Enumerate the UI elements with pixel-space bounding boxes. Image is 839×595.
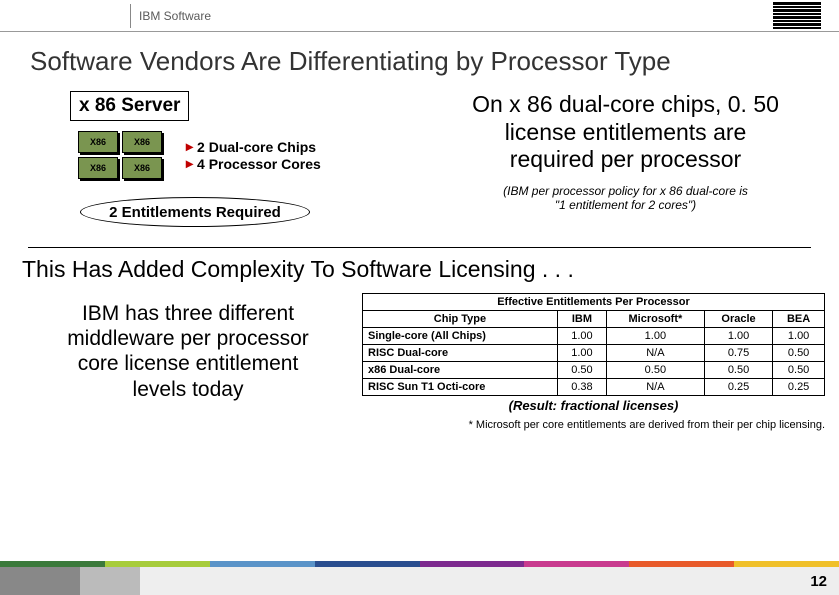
cell: N/A — [606, 345, 704, 362]
cell: 0.38 — [557, 379, 606, 396]
th-oracle: Oracle — [704, 311, 772, 328]
bullet-2-text: 4 Processor Cores — [197, 156, 321, 172]
bullet-1: ▸2 Dual-core Chips — [186, 138, 321, 155]
callout-note-1: (IBM per processor policy for x 86 dual-… — [430, 184, 821, 198]
rainbow-seg — [315, 561, 420, 567]
ibm-logo-icon — [773, 2, 821, 29]
divider — [28, 247, 811, 248]
rainbow-seg — [0, 561, 105, 567]
entitlements-table-wrap: Effective Entitlements Per Processor Chi… — [362, 293, 825, 413]
middleware-line-4: levels today — [28, 377, 348, 402]
cell: 1.00 — [773, 328, 825, 345]
rainbow-seg — [524, 561, 629, 567]
callout-line-2: license entitlements are — [430, 119, 821, 147]
footer-bar: 12 — [0, 567, 839, 595]
chips-row: X86 X86 X86 X86 ▸2 Dual-core Chips ▸4 Pr… — [60, 131, 430, 179]
rainbow-seg — [105, 561, 210, 567]
cell: 0.50 — [773, 362, 825, 379]
section-title-2: This Has Added Complexity To Software Li… — [22, 256, 839, 283]
callout-note-2: "1 entitlement for 2 cores") — [430, 198, 821, 212]
server-label: x 86 Server — [70, 91, 189, 121]
rainbow-bar — [0, 561, 839, 567]
cell: 0.50 — [606, 362, 704, 379]
chip-icon: X86 — [122, 131, 162, 153]
header: IBM Software — [0, 0, 839, 32]
entitlements-table: Effective Entitlements Per Processor Chi… — [362, 293, 825, 396]
chip-icon: X86 — [122, 157, 162, 179]
cell: 1.00 — [704, 328, 772, 345]
cell: 0.75 — [704, 345, 772, 362]
cell: 0.25 — [704, 379, 772, 396]
cell-label: RISC Dual-core — [363, 345, 558, 362]
chip-icon: X86 — [78, 131, 118, 153]
cell: 1.00 — [557, 328, 606, 345]
cell: 0.25 — [773, 379, 825, 396]
middleware-line-2: middleware per processor — [28, 326, 348, 351]
arrow-icon: ▸ — [186, 138, 193, 155]
header-brand: IBM Software — [139, 9, 211, 23]
footnote: * Microsoft per core entitlements are de… — [0, 419, 825, 431]
chip-grid: X86 X86 X86 X86 — [78, 131, 162, 179]
callout-column: On x 86 dual-core chips, 0. 50 license e… — [430, 91, 821, 212]
page-number: 12 — [810, 573, 827, 590]
th-bea: BEA — [773, 311, 825, 328]
cell-label: Single-core (All Chips) — [363, 328, 558, 345]
table-row: x86 Dual-core 0.50 0.50 0.50 0.50 — [363, 362, 825, 379]
cell: 0.50 — [557, 362, 606, 379]
arrow-icon: ▸ — [186, 155, 193, 172]
header-divider — [130, 4, 131, 28]
bullet-2: ▸4 Processor Cores — [186, 155, 321, 172]
middleware-line-3: core license entitlement — [28, 351, 348, 376]
chip-icon: X86 — [78, 157, 118, 179]
header-spacer — [0, 0, 130, 32]
cell: 0.50 — [773, 345, 825, 362]
th-microsoft: Microsoft* — [606, 311, 704, 328]
table-row: Single-core (All Chips) 1.00 1.00 1.00 1… — [363, 328, 825, 345]
table-result: (Result: fractional licenses) — [362, 398, 825, 413]
cell-label: x86 Dual-core — [363, 362, 558, 379]
middleware-text: IBM has three different middleware per p… — [28, 293, 348, 413]
row-1: x 86 Server X86 X86 X86 X86 ▸2 Dual-core… — [0, 91, 839, 227]
callout-line-3: required per processor — [430, 146, 821, 174]
cell: 1.00 — [606, 328, 704, 345]
middleware-line-1: IBM has three different — [28, 301, 348, 326]
rainbow-seg — [420, 561, 525, 567]
footer: 12 — [0, 561, 839, 595]
table-head-row: Chip Type IBM Microsoft* Oracle BEA — [363, 311, 825, 328]
row-2: IBM has three different middleware per p… — [0, 293, 839, 413]
entitlements-oval: 2 Entitlements Required — [80, 197, 310, 227]
rainbow-seg — [210, 561, 315, 567]
chip-bullets: ▸2 Dual-core Chips ▸4 Processor Cores — [186, 138, 321, 172]
table-row: RISC Sun T1 Octi-core 0.38 N/A 0.25 0.25 — [363, 379, 825, 396]
cell: N/A — [606, 379, 704, 396]
server-column: x 86 Server X86 X86 X86 X86 ▸2 Dual-core… — [60, 91, 430, 227]
th-ibm: IBM — [557, 311, 606, 328]
table-row: RISC Dual-core 1.00 N/A 0.75 0.50 — [363, 345, 825, 362]
bullet-1-text: 2 Dual-core Chips — [197, 139, 316, 155]
cell: 0.50 — [704, 362, 772, 379]
callout-line-1: On x 86 dual-core chips, 0. 50 — [430, 91, 821, 119]
th-chip-type: Chip Type — [363, 311, 558, 328]
cell-label: RISC Sun T1 Octi-core — [363, 379, 558, 396]
slide-title: Software Vendors Are Differentiating by … — [30, 46, 817, 77]
cell: 1.00 — [557, 345, 606, 362]
rainbow-seg — [734, 561, 839, 567]
table-caption: Effective Entitlements Per Processor — [363, 294, 825, 311]
rainbow-seg — [629, 561, 734, 567]
